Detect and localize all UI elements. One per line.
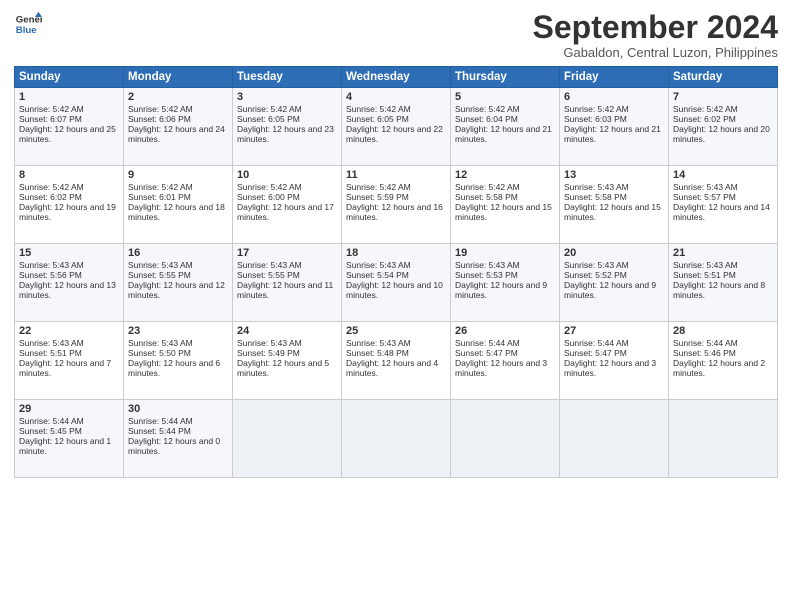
table-row: 7Sunrise: 5:42 AMSunset: 6:02 PMDaylight… [669, 88, 778, 166]
svg-text:Blue: Blue [16, 25, 37, 36]
table-row: 28Sunrise: 5:44 AMSunset: 5:46 PMDayligh… [669, 322, 778, 400]
title-block: September 2024 Gabaldon, Central Luzon, … [533, 10, 778, 60]
table-row: 18Sunrise: 5:43 AMSunset: 5:54 PMDayligh… [342, 244, 451, 322]
calendar-week-2: 8Sunrise: 5:42 AMSunset: 6:02 PMDaylight… [15, 166, 778, 244]
logo-icon: General Blue [14, 10, 42, 38]
table-row: 3Sunrise: 5:42 AMSunset: 6:05 PMDaylight… [233, 88, 342, 166]
table-row: 5Sunrise: 5:42 AMSunset: 6:04 PMDaylight… [451, 88, 560, 166]
table-row: 24Sunrise: 5:43 AMSunset: 5:49 PMDayligh… [233, 322, 342, 400]
table-row: 8Sunrise: 5:42 AMSunset: 6:02 PMDaylight… [15, 166, 124, 244]
table-row [560, 400, 669, 478]
table-row: 29Sunrise: 5:44 AMSunset: 5:45 PMDayligh… [15, 400, 124, 478]
calendar-week-4: 22Sunrise: 5:43 AMSunset: 5:51 PMDayligh… [15, 322, 778, 400]
table-row: 26Sunrise: 5:44 AMSunset: 5:47 PMDayligh… [451, 322, 560, 400]
col-tuesday: Tuesday [233, 67, 342, 88]
table-row: 22Sunrise: 5:43 AMSunset: 5:51 PMDayligh… [15, 322, 124, 400]
table-row: 4Sunrise: 5:42 AMSunset: 6:05 PMDaylight… [342, 88, 451, 166]
calendar-week-3: 15Sunrise: 5:43 AMSunset: 5:56 PMDayligh… [15, 244, 778, 322]
table-row [233, 400, 342, 478]
table-row: 11Sunrise: 5:42 AMSunset: 5:59 PMDayligh… [342, 166, 451, 244]
table-row [451, 400, 560, 478]
table-row: 25Sunrise: 5:43 AMSunset: 5:48 PMDayligh… [342, 322, 451, 400]
header: General Blue September 2024 Gabaldon, Ce… [14, 10, 778, 60]
month-title: September 2024 [533, 10, 778, 45]
table-row: 2Sunrise: 5:42 AMSunset: 6:06 PMDaylight… [124, 88, 233, 166]
col-thursday: Thursday [451, 67, 560, 88]
table-row: 6Sunrise: 5:42 AMSunset: 6:03 PMDaylight… [560, 88, 669, 166]
table-row [669, 400, 778, 478]
col-wednesday: Wednesday [342, 67, 451, 88]
table-row: 9Sunrise: 5:42 AMSunset: 6:01 PMDaylight… [124, 166, 233, 244]
subtitle: Gabaldon, Central Luzon, Philippines [533, 45, 778, 60]
col-saturday: Saturday [669, 67, 778, 88]
table-row: 30Sunrise: 5:44 AMSunset: 5:44 PMDayligh… [124, 400, 233, 478]
calendar-week-5: 29Sunrise: 5:44 AMSunset: 5:45 PMDayligh… [15, 400, 778, 478]
table-row: 1Sunrise: 5:42 AMSunset: 6:07 PMDaylight… [15, 88, 124, 166]
table-row: 15Sunrise: 5:43 AMSunset: 5:56 PMDayligh… [15, 244, 124, 322]
table-row: 14Sunrise: 5:43 AMSunset: 5:57 PMDayligh… [669, 166, 778, 244]
table-row: 13Sunrise: 5:43 AMSunset: 5:58 PMDayligh… [560, 166, 669, 244]
table-row [342, 400, 451, 478]
col-monday: Monday [124, 67, 233, 88]
page: General Blue September 2024 Gabaldon, Ce… [0, 0, 792, 612]
table-row: 16Sunrise: 5:43 AMSunset: 5:55 PMDayligh… [124, 244, 233, 322]
table-row: 17Sunrise: 5:43 AMSunset: 5:55 PMDayligh… [233, 244, 342, 322]
header-row: Sunday Monday Tuesday Wednesday Thursday… [15, 67, 778, 88]
col-sunday: Sunday [15, 67, 124, 88]
logo: General Blue [14, 10, 42, 38]
table-row: 21Sunrise: 5:43 AMSunset: 5:51 PMDayligh… [669, 244, 778, 322]
table-row: 12Sunrise: 5:42 AMSunset: 5:58 PMDayligh… [451, 166, 560, 244]
calendar-week-1: 1Sunrise: 5:42 AMSunset: 6:07 PMDaylight… [15, 88, 778, 166]
col-friday: Friday [560, 67, 669, 88]
table-row: 19Sunrise: 5:43 AMSunset: 5:53 PMDayligh… [451, 244, 560, 322]
table-row: 23Sunrise: 5:43 AMSunset: 5:50 PMDayligh… [124, 322, 233, 400]
table-row: 27Sunrise: 5:44 AMSunset: 5:47 PMDayligh… [560, 322, 669, 400]
table-row: 10Sunrise: 5:42 AMSunset: 6:00 PMDayligh… [233, 166, 342, 244]
calendar-table: Sunday Monday Tuesday Wednesday Thursday… [14, 66, 778, 478]
table-row: 20Sunrise: 5:43 AMSunset: 5:52 PMDayligh… [560, 244, 669, 322]
